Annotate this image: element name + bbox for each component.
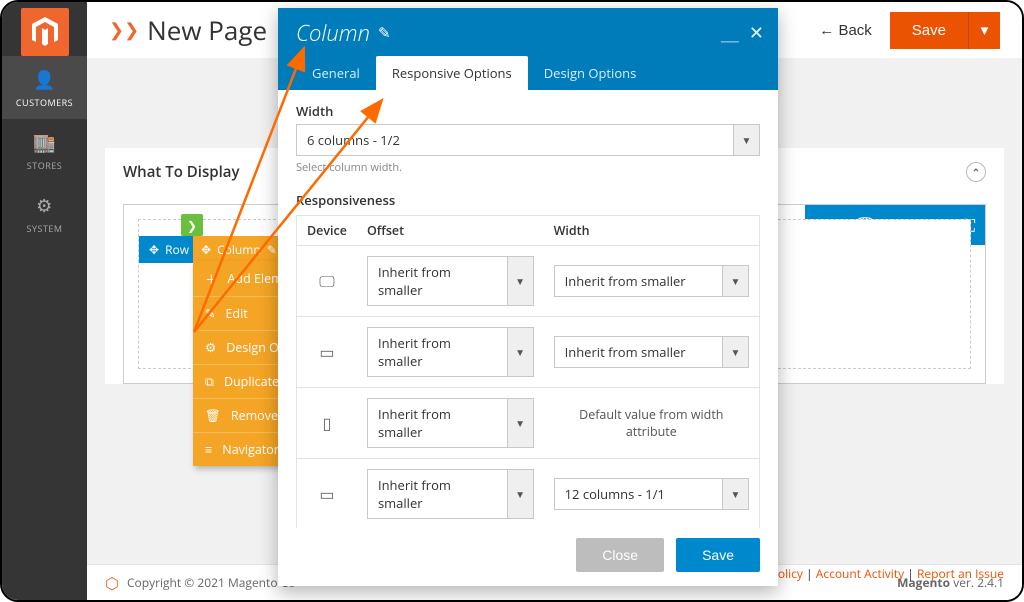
chevron-right-icon: ❯❯ <box>109 18 139 42</box>
panel-title: What To Display <box>123 162 240 182</box>
magento-logo[interactable] <box>21 8 69 56</box>
sidebar-item-customers[interactable]: 👤CUSTOMERS <box>2 56 87 119</box>
footer-link-activity[interactable]: Account Activity <box>816 565 904 582</box>
store-icon: 🏬 <box>2 131 87 155</box>
pencil-icon[interactable]: ✎ <box>378 23 391 43</box>
table-row: 🖵 Inherit from smaller▼ Inherit from sma… <box>297 246 760 317</box>
gear-icon: ⚙ <box>2 194 87 218</box>
phone-landscape-icon: ▭ <box>319 483 334 505</box>
offset-select[interactable]: Inherit from smaller▼ <box>367 327 534 377</box>
tablet-portrait-icon: ▯ <box>323 412 332 434</box>
responsiveness-table: Device Offset Width 🖵 Inherit from small… <box>296 215 760 528</box>
width-select[interactable]: Inherit from smaller▼ <box>554 336 749 368</box>
table-row: ▯ Inherit from smaller▼ Default value fr… <box>297 388 760 459</box>
pencil-icon: ✎ <box>205 305 215 322</box>
tab-design-options[interactable]: Design Options <box>528 56 653 90</box>
save-button[interactable]: Save <box>890 12 968 49</box>
pencil-icon[interactable]: ✎ <box>267 241 277 258</box>
desktop-icon: 🖵 <box>319 270 334 292</box>
col-offset: Offset <box>357 216 544 246</box>
chevron-down-icon: ▼ <box>507 328 533 376</box>
chevron-down-icon: ▼ <box>722 337 748 367</box>
chevron-down-icon: ▼ <box>507 470 533 518</box>
chevron-down-icon: ▼ <box>507 257 533 305</box>
modal-title: Column <box>296 18 370 48</box>
tab-general[interactable]: General <box>296 56 376 90</box>
offset-select[interactable]: Inherit from smaller▼ <box>367 398 534 448</box>
table-row: ▭ Inherit from smaller▼ Inherit from sma… <box>297 317 760 388</box>
move-icon: ✥ <box>201 241 211 258</box>
page-title: New Page <box>147 12 267 48</box>
width-field-label: Width <box>296 102 760 120</box>
modal-close-button[interactable]: Close <box>576 538 664 572</box>
column-settings-modal: Column ✎ ＿ ✕ General Responsive Options … <box>278 8 778 586</box>
width-select[interactable]: Inherit from smaller▼ <box>554 265 749 297</box>
footer-link-report[interactable]: Report an Issue <box>917 565 1004 582</box>
width-select[interactable]: 6 columns - 1/2 ▼ <box>296 124 760 156</box>
person-icon: 👤 <box>2 68 87 92</box>
back-button[interactable]: ← Back <box>819 22 872 39</box>
responsiveness-label: Responsiveness <box>296 191 760 209</box>
copyright: Copyright © 2021 Magento Co <box>127 574 295 591</box>
copy-icon: ⧉ <box>205 373 214 390</box>
offset-select[interactable]: Inherit from smaller▼ <box>367 469 534 519</box>
offset-select[interactable]: Inherit from smaller▼ <box>367 256 534 306</box>
trash-icon: 🗑 <box>205 407 221 424</box>
sidebar-item-stores[interactable]: 🏬STORES <box>2 119 87 182</box>
magento-logo-small: ⬡ <box>105 572 119 594</box>
width-select[interactable]: 12 columns - 1/1▼ <box>554 478 749 510</box>
plus-icon: ＋ <box>205 269 218 288</box>
sidebar-item-system[interactable]: ⚙SYSTEM <box>2 182 87 245</box>
admin-sidebar: 👤CUSTOMERS 🏬STORES ⚙SYSTEM <box>2 2 87 600</box>
chevron-down-icon[interactable]: ▼ <box>733 125 759 155</box>
col-device: Device <box>297 216 357 246</box>
move-icon: ✥ <box>149 241 159 258</box>
row-tag[interactable]: ✥Row <box>139 236 199 263</box>
table-row: ▭ Inherit from smaller▼ 12 columns - 1/1… <box>297 459 760 529</box>
modal-save-button[interactable]: Save <box>676 538 760 572</box>
chevron-down-icon: ▼ <box>507 399 533 447</box>
close-icon[interactable]: ✕ <box>749 21 764 45</box>
save-dropdown-toggle[interactable]: ▼ <box>968 12 1000 49</box>
tablet-landscape-icon: ▭ <box>319 341 334 363</box>
width-static-text: Default value from width attribute <box>544 388 760 459</box>
width-hint: Select column width. <box>296 160 760 175</box>
row-handle[interactable]: ❯ <box>181 214 203 236</box>
gear-icon: ⚙ <box>205 339 216 356</box>
chevron-down-icon: ▼ <box>722 266 748 296</box>
collapse-icon[interactable]: ⌃ <box>966 162 986 182</box>
list-icon: ≡ <box>205 441 212 458</box>
tab-responsive-options[interactable]: Responsive Options <box>376 56 528 90</box>
chevron-down-icon: ▼ <box>722 479 748 509</box>
minimize-icon[interactable]: ＿ <box>721 20 739 46</box>
col-width: Width <box>544 216 760 246</box>
